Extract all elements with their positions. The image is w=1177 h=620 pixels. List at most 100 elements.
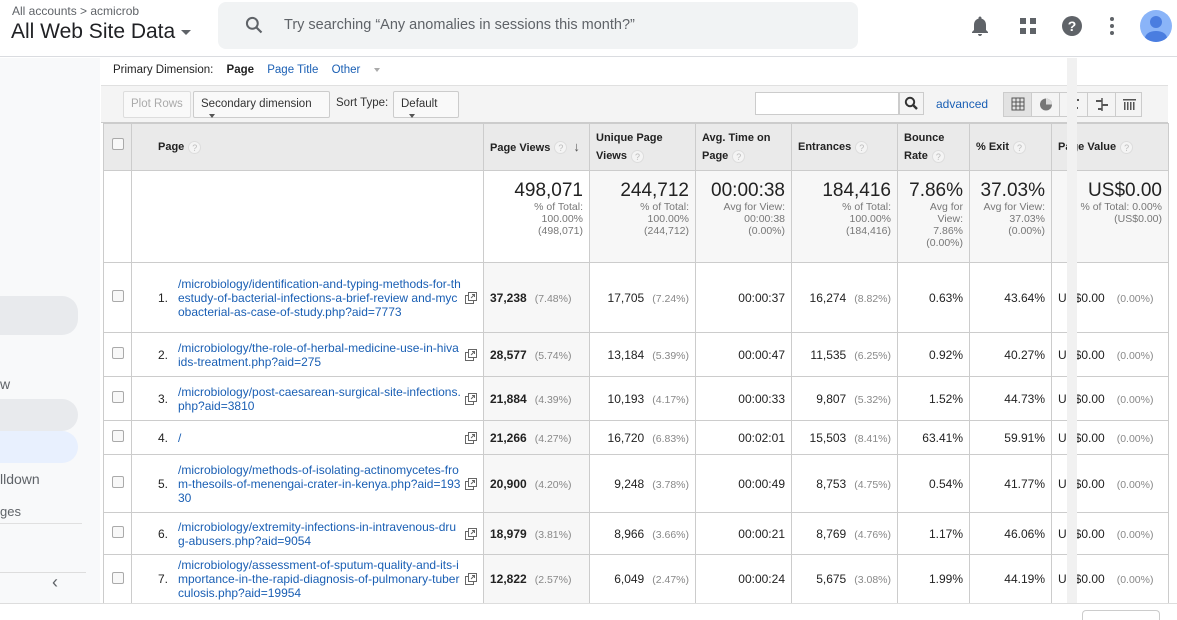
unique-page-views-percent: (2.47%): [652, 574, 689, 586]
plot-rows-button[interactable]: Plot Rows: [123, 91, 191, 118]
sidebar-item[interactable]: [0, 399, 78, 431]
total-percent: 100.00%: [647, 213, 689, 225]
row-checkbox[interactable]: [111, 476, 124, 488]
row-checkbox[interactable]: [111, 391, 124, 403]
table-view-button[interactable]: [1004, 93, 1032, 116]
partial-button[interactable]: [1082, 610, 1160, 620]
sidebar-item-label[interactable]: w: [0, 376, 10, 392]
open-external-icon[interactable]: [465, 291, 477, 304]
search-box[interactable]: [218, 2, 858, 49]
row-checkbox[interactable]: [111, 430, 124, 442]
collapse-chevron-icon[interactable]: ‹: [52, 572, 58, 593]
table-filter-input[interactable]: [755, 92, 899, 115]
avg-time-cell: 00:00:24: [695, 554, 792, 604]
page-value-percent: (0.00%): [1116, 393, 1154, 406]
total-label: Avg for View:: [723, 201, 785, 213]
page-link[interactable]: /microbiology/identification-and-typing-…: [172, 277, 461, 319]
column-header-avg-time[interactable]: Avg. Time on Page?: [695, 123, 792, 171]
open-external-icon[interactable]: [465, 477, 477, 490]
table-row: 1. /microbiology/identification-and-typin…: [103, 262, 1169, 333]
caret-down-icon: [374, 67, 381, 72]
unique-page-views-cell: 9,248 (3.78%): [589, 454, 696, 513]
open-external-icon[interactable]: [465, 348, 477, 361]
total-label: Avg for: [929, 201, 963, 213]
help-icon[interactable]: ?: [1120, 140, 1134, 154]
sort-type-dropdown[interactable]: Default: [393, 91, 459, 118]
total-abs: (244,712): [644, 225, 689, 237]
help-icon[interactable]: ?: [931, 149, 945, 163]
page-views-value: 21,884: [490, 391, 527, 406]
row-checkbox[interactable]: [111, 347, 124, 359]
open-external-icon[interactable]: [465, 573, 477, 585]
open-external-icon[interactable]: [465, 431, 477, 444]
column-header-entrances[interactable]: Entrances?: [791, 123, 898, 171]
column-header-exit[interactable]: % Exit?: [969, 123, 1052, 171]
exit-cell: 40.27%: [969, 332, 1052, 377]
page-views-percent: (4.20%): [534, 478, 572, 491]
apps-grid-icon[interactable]: [1016, 14, 1040, 38]
row-checkbox[interactable]: [111, 571, 124, 584]
table-row: 2. /microbiology/the-role-of-herbal-medic…: [103, 332, 1169, 377]
vertical-scrollbar[interactable]: [1067, 58, 1077, 603]
bell-icon[interactable]: [968, 14, 992, 38]
comparison-icon: [1096, 98, 1108, 111]
comparison-view-button[interactable]: [1088, 93, 1116, 116]
sidebar-item-highlight[interactable]: [0, 296, 78, 335]
column-header-bounce-rate[interactable]: Bounce Rate?: [897, 123, 970, 171]
search-input[interactable]: [284, 12, 824, 38]
entrances-value: 15,503: [809, 430, 847, 445]
page-link[interactable]: /: [172, 431, 461, 445]
select-all-checkbox[interactable]: [111, 138, 124, 150]
sort-descending-icon[interactable]: ↓: [573, 139, 580, 154]
exit-cell: 44.73%: [969, 376, 1052, 421]
page-link[interactable]: /microbiology/extremity-infections-in-in…: [172, 520, 461, 548]
help-icon[interactable]: ?: [554, 141, 568, 155]
help-icon[interactable]: ?: [855, 140, 869, 154]
secondary-dimension-dropdown[interactable]: Secondary dimension: [193, 91, 330, 118]
account-avatar[interactable]: [1140, 10, 1172, 42]
page-link[interactable]: /microbiology/methods-of-isolating-actin…: [172, 463, 461, 505]
primary-dimension-page[interactable]: Page: [227, 64, 255, 76]
help-icon[interactable]: ?: [188, 140, 202, 154]
exit-cell: 41.77%: [969, 454, 1052, 513]
page-value-value: US$0.00: [1058, 347, 1105, 362]
help-icon[interactable]: ?: [631, 149, 644, 163]
exit-cell: 46.06%: [969, 512, 1052, 555]
primary-dimension-page-title[interactable]: Page Title: [267, 64, 318, 76]
page-link[interactable]: /microbiology/post-caesarean-surgical-si…: [172, 385, 461, 413]
sidebar-item-selected[interactable]: [0, 431, 78, 463]
entrances-value: 16,274: [809, 290, 847, 305]
advanced-filter-link[interactable]: advanced: [936, 97, 988, 111]
row-index: 2.: [157, 347, 168, 362]
open-external-icon[interactable]: [465, 392, 477, 405]
filter-search-button[interactable]: [899, 92, 924, 115]
breadcrumb[interactable]: All accounts > acmicrob: [12, 4, 139, 18]
total-label: Avg for View:: [983, 201, 1045, 213]
pivot-view-button[interactable]: [1116, 93, 1143, 116]
page-link[interactable]: /microbiology/the-role-of-herbal-medicin…: [172, 341, 461, 369]
column-header-unique-page-views[interactable]: Unique Page Views?: [589, 123, 696, 171]
column-header-page[interactable]: Page?: [131, 123, 484, 171]
help-icon[interactable]: ?: [732, 149, 746, 163]
primary-dimension-other[interactable]: Other: [332, 64, 391, 76]
unique-page-views-value: 9,248: [614, 476, 645, 491]
entrances-percent: (3.08%): [854, 574, 891, 586]
page-views-value: 20,900: [490, 476, 527, 491]
page-link[interactable]: /microbiology/assessment-of-sputum-quali…: [172, 558, 461, 600]
page-value-percent: (0.00%): [1116, 574, 1154, 586]
sidebar-item-label[interactable]: ges: [0, 504, 21, 519]
bounce-rate-cell: 1.99%: [897, 554, 970, 604]
more-vert-icon[interactable]: [1100, 14, 1124, 38]
help-icon[interactable]: ?: [1060, 14, 1084, 38]
pie-view-button[interactable]: [1032, 93, 1060, 116]
help-icon[interactable]: ?: [1013, 140, 1027, 154]
column-header-page-views[interactable]: Page Views? ↓: [483, 123, 590, 171]
unique-page-views-value: 8,966: [614, 526, 645, 541]
bounce-rate-cell: 63.41%: [897, 420, 970, 455]
open-external-icon[interactable]: [465, 527, 477, 540]
row-checkbox[interactable]: [111, 526, 124, 538]
property-selector[interactable]: All Web Site Data: [11, 20, 192, 44]
sidebar-item-label[interactable]: lldown: [0, 471, 40, 487]
row-checkbox[interactable]: [111, 290, 124, 302]
totals-unique-page-views: 244,712% of Total: 100.00% (244,712): [589, 170, 696, 263]
